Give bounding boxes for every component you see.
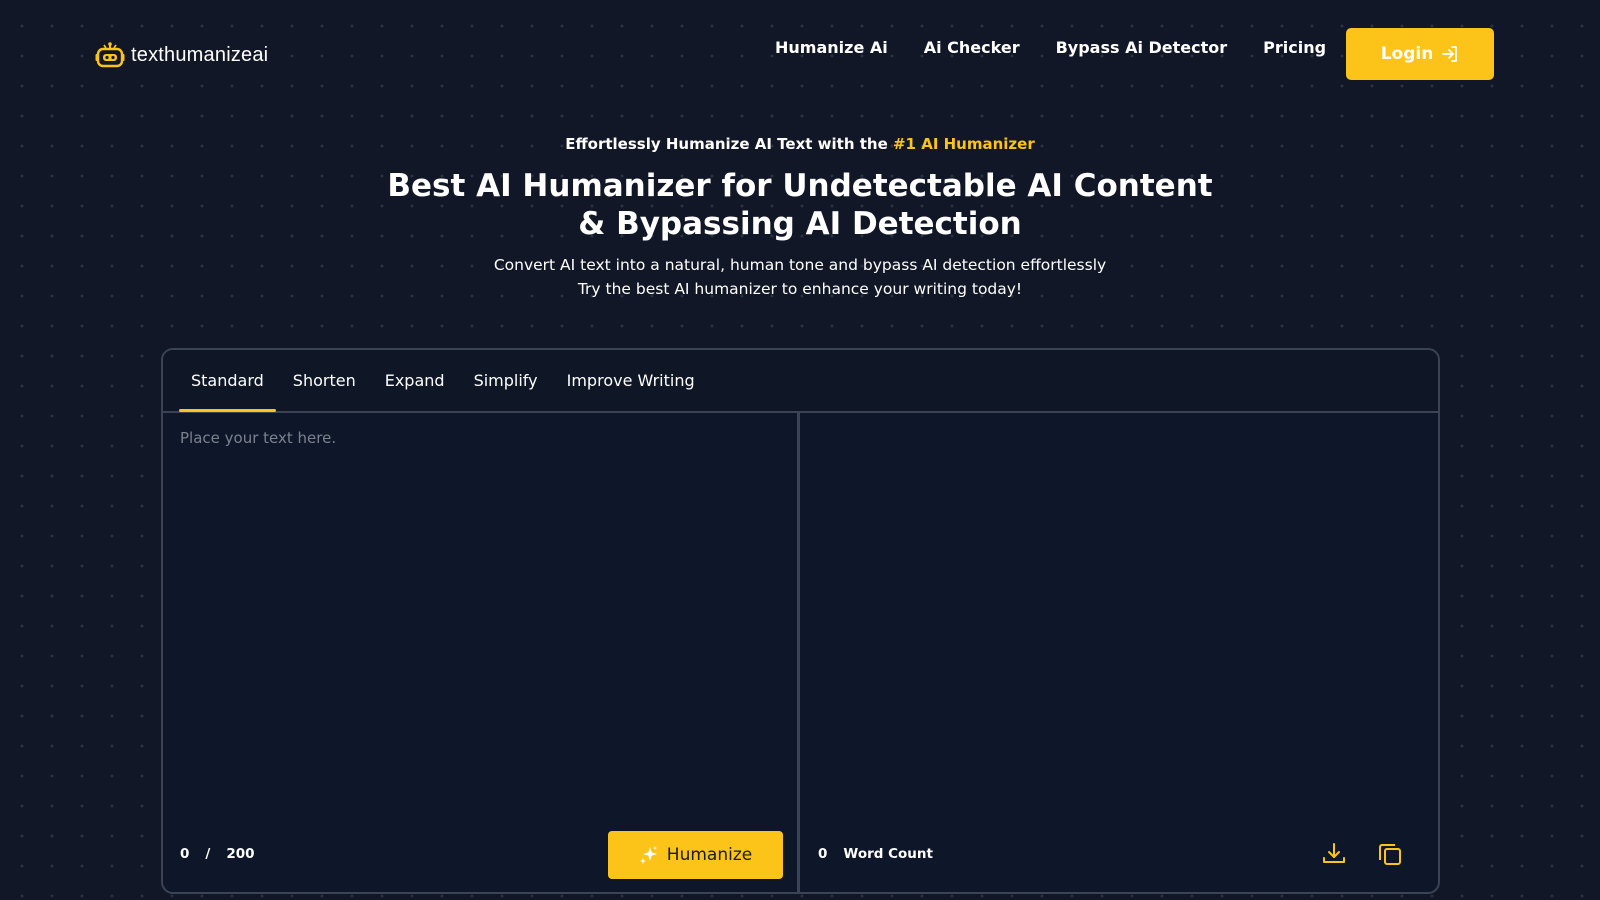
word-count: 0 Word Count [818, 846, 933, 862]
login-arrow-icon [1442, 46, 1458, 62]
counter-separator: / [205, 846, 211, 862]
nav-link-ai-checker[interactable]: Ai Checker [924, 38, 1020, 57]
tab-improve-writing[interactable]: Improve Writing [555, 350, 707, 411]
humanize-button[interactable]: Humanize [608, 831, 783, 879]
hero-eyebrow: Effortlessly Humanize AI Text with the #… [0, 135, 1600, 153]
hero: Effortlessly Humanize AI Text with the #… [0, 135, 1600, 301]
hero-subtitle-line-2: Try the best AI humanizer to enhance you… [577, 280, 1023, 298]
humanize-label: Humanize [666, 845, 753, 865]
nav-links: Humanize Ai Ai Checker Bypass Ai Detecto… [775, 38, 1362, 57]
hero-eyebrow-highlight: #1 AI Humanizer [892, 135, 1035, 153]
nav-link-bypass-ai-detector[interactable]: Bypass Ai Detector [1056, 38, 1228, 57]
humanizer-tool: Standard Shorten Expand Simplify Improve… [161, 348, 1440, 894]
sparkle-icon [639, 846, 657, 864]
tab-simplify[interactable]: Simplify [462, 350, 550, 411]
navbar: texthumanizeai Humanize Ai Ai Checker By… [0, 0, 1600, 110]
login-button[interactable]: Login [1346, 28, 1494, 80]
logo[interactable]: texthumanizeai [95, 42, 268, 68]
nav-link-humanize-ai[interactable]: Humanize Ai [775, 38, 888, 57]
tab-standard[interactable]: Standard [179, 350, 276, 412]
login-label: Login [1380, 44, 1434, 64]
mode-tabs: Standard Shorten Expand Simplify Improve… [163, 350, 1438, 413]
nav-link-pricing[interactable]: Pricing [1263, 38, 1326, 57]
download-icon[interactable] [1321, 841, 1347, 867]
character-counter: 0 / 200 [180, 846, 255, 862]
logo-text: texthumanizeai [131, 43, 269, 66]
copy-icon[interactable] [1377, 841, 1403, 867]
output-pane: 0 Word Count [803, 413, 1438, 892]
word-count-label: Word Count [843, 846, 933, 862]
tab-expand[interactable]: Expand [373, 350, 457, 411]
page-title: Best AI Humanizer for Undetectable AI Co… [387, 168, 1213, 242]
text-input[interactable] [163, 413, 797, 813]
counter-max: 200 [226, 846, 255, 862]
counter-current: 0 [180, 846, 190, 862]
input-pane: 0 / 200 Humanize [163, 413, 800, 892]
tab-shorten[interactable]: Shorten [281, 350, 368, 411]
hero-subtitle-line-1: Convert AI text into a natural, human to… [493, 256, 1107, 274]
robot-icon [95, 42, 125, 68]
word-count-value: 0 [818, 846, 828, 862]
hero-subtitle: Convert AI text into a natural, human to… [0, 253, 1600, 301]
hero-eyebrow-prefix: Effortlessly Humanize AI Text with the [565, 135, 893, 153]
